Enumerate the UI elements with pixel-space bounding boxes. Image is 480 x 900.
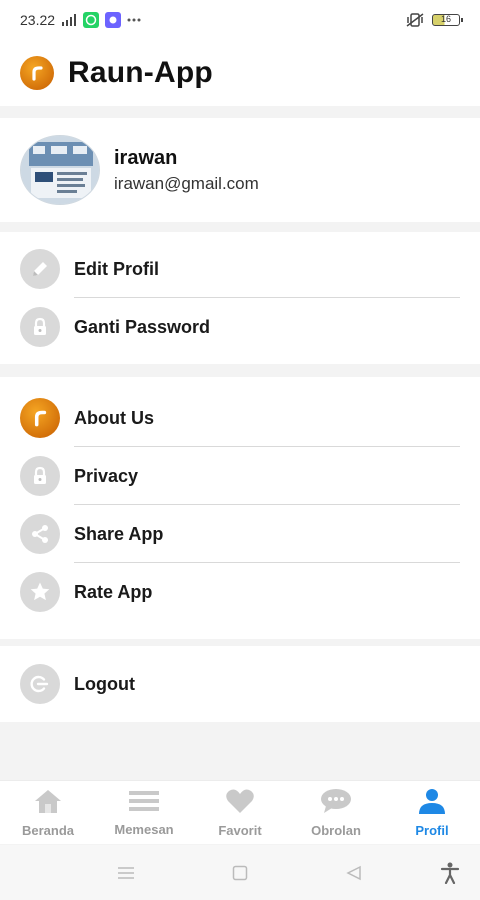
chat-icon: [320, 788, 352, 819]
list-icon: [128, 789, 160, 818]
nav-chat[interactable]: Obrolan: [288, 788, 384, 838]
nav-chat-label: Obrolan: [311, 822, 361, 838]
share-app-item[interactable]: Share App: [0, 505, 480, 563]
more-notifications-icon: [127, 18, 141, 22]
app-logo-icon: [20, 56, 54, 90]
logout-item[interactable]: Logout: [0, 655, 480, 713]
lock-icon: [20, 307, 60, 347]
bottom-navigation: Beranda Memesan Favorit Obrolan Profil: [0, 780, 480, 844]
person-icon: [417, 788, 447, 819]
system-navigation-bar: [0, 845, 480, 900]
account-settings-group: Edit Profil Ganti Password: [0, 232, 480, 364]
rate-app-label: Rate App: [74, 581, 153, 602]
home-square-icon[interactable]: [222, 845, 258, 900]
share-app-label: Share App: [74, 523, 164, 544]
nav-profile-label: Profil: [415, 822, 449, 838]
privacy-item[interactable]: Privacy: [0, 447, 480, 505]
battery-indicator: 16: [432, 14, 463, 26]
status-bar: 23.22 16: [0, 0, 480, 40]
profile-card[interactable]: irawan irawan@gmail.com: [0, 118, 480, 222]
accessibility-icon[interactable]: [432, 845, 468, 900]
share-icon: [20, 514, 60, 554]
edit-profile-label: Edit Profil: [74, 258, 159, 279]
info-group: About Us Privacy Share App Rate App: [0, 377, 480, 639]
profile-name: irawan: [114, 146, 178, 169]
home-icon: [33, 788, 63, 819]
menu-icon[interactable]: [108, 845, 144, 900]
star-icon: [20, 572, 60, 612]
privacy-label: Privacy: [74, 465, 139, 486]
app-notification-icon: [105, 12, 122, 28]
vibrate-icon: [406, 13, 424, 27]
back-triangle-icon[interactable]: [336, 845, 372, 900]
nav-orders[interactable]: Memesan: [96, 789, 192, 837]
nav-orders-label: Memesan: [114, 821, 174, 837]
page-title: Raun-App: [68, 56, 213, 89]
lock-icon: [20, 456, 60, 496]
signal-icon: [61, 14, 77, 26]
logout-label: Logout: [74, 673, 135, 694]
edit-profile-item[interactable]: Edit Profil: [0, 240, 480, 298]
nav-favorites-label: Favorit: [218, 822, 262, 838]
logout-group: Logout: [0, 646, 480, 722]
whatsapp-icon: [83, 12, 100, 28]
change-password-label: Ganti Password: [74, 316, 211, 337]
app-header: Raun-App: [0, 40, 480, 106]
nav-home[interactable]: Beranda: [0, 788, 96, 838]
avatar: [20, 135, 100, 205]
status-time: 23.22: [20, 12, 56, 28]
logout-icon: [20, 664, 60, 704]
heart-icon: [225, 788, 255, 819]
change-password-item[interactable]: Ganti Password: [0, 298, 480, 356]
profile-email: irawan@gmail.com: [114, 173, 259, 193]
nav-home-label: Beranda: [21, 822, 75, 838]
nav-favorites[interactable]: Favorit: [192, 788, 288, 838]
app-logo-icon: [20, 398, 60, 438]
about-us-label: About Us: [74, 407, 154, 428]
about-us-item[interactable]: About Us: [0, 389, 480, 447]
pencil-icon: [20, 249, 60, 289]
rate-app-item[interactable]: Rate App: [0, 563, 480, 621]
nav-profile[interactable]: Profil: [384, 788, 480, 838]
